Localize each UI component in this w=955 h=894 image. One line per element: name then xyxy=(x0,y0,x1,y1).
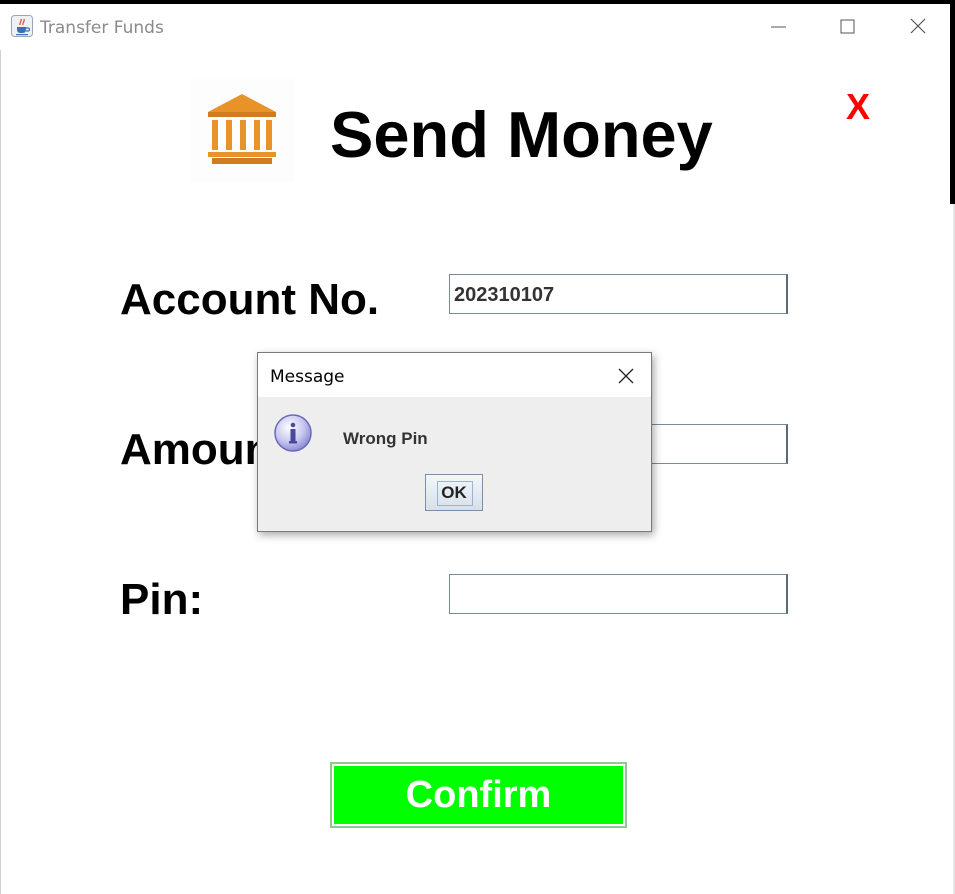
window-left-border xyxy=(0,4,1,894)
info-icon xyxy=(274,414,312,452)
window-titlebar[interactable]: Transfer Funds xyxy=(0,4,950,50)
confirm-button[interactable]: Confirm xyxy=(330,762,627,828)
dialog-titlebar[interactable]: Message xyxy=(258,353,651,397)
window-right-border xyxy=(950,4,955,204)
ok-button-label: OK xyxy=(441,483,467,502)
window-title: Transfer Funds xyxy=(40,18,164,38)
close-form-button[interactable]: X xyxy=(846,86,870,128)
dialog-message: Wrong Pin xyxy=(343,429,428,448)
pin-field[interactable] xyxy=(449,574,788,614)
minimize-icon[interactable] xyxy=(758,12,798,42)
dialog-close-icon[interactable] xyxy=(613,363,639,389)
account-number-field[interactable]: 202310107 xyxy=(449,274,788,314)
ok-button[interactable]: OK xyxy=(425,474,483,511)
message-dialog: Message Wrong Pin OK xyxy=(257,352,652,532)
dialog-title: Message xyxy=(270,367,345,387)
java-cup-icon xyxy=(11,15,33,37)
account-number-label: Account No. xyxy=(120,275,380,324)
pin-label: Pin: xyxy=(120,575,204,624)
page-title: Send Money xyxy=(330,98,713,171)
bank-icon xyxy=(190,78,294,182)
maximize-icon[interactable] xyxy=(828,12,868,42)
close-icon[interactable] xyxy=(898,12,938,42)
